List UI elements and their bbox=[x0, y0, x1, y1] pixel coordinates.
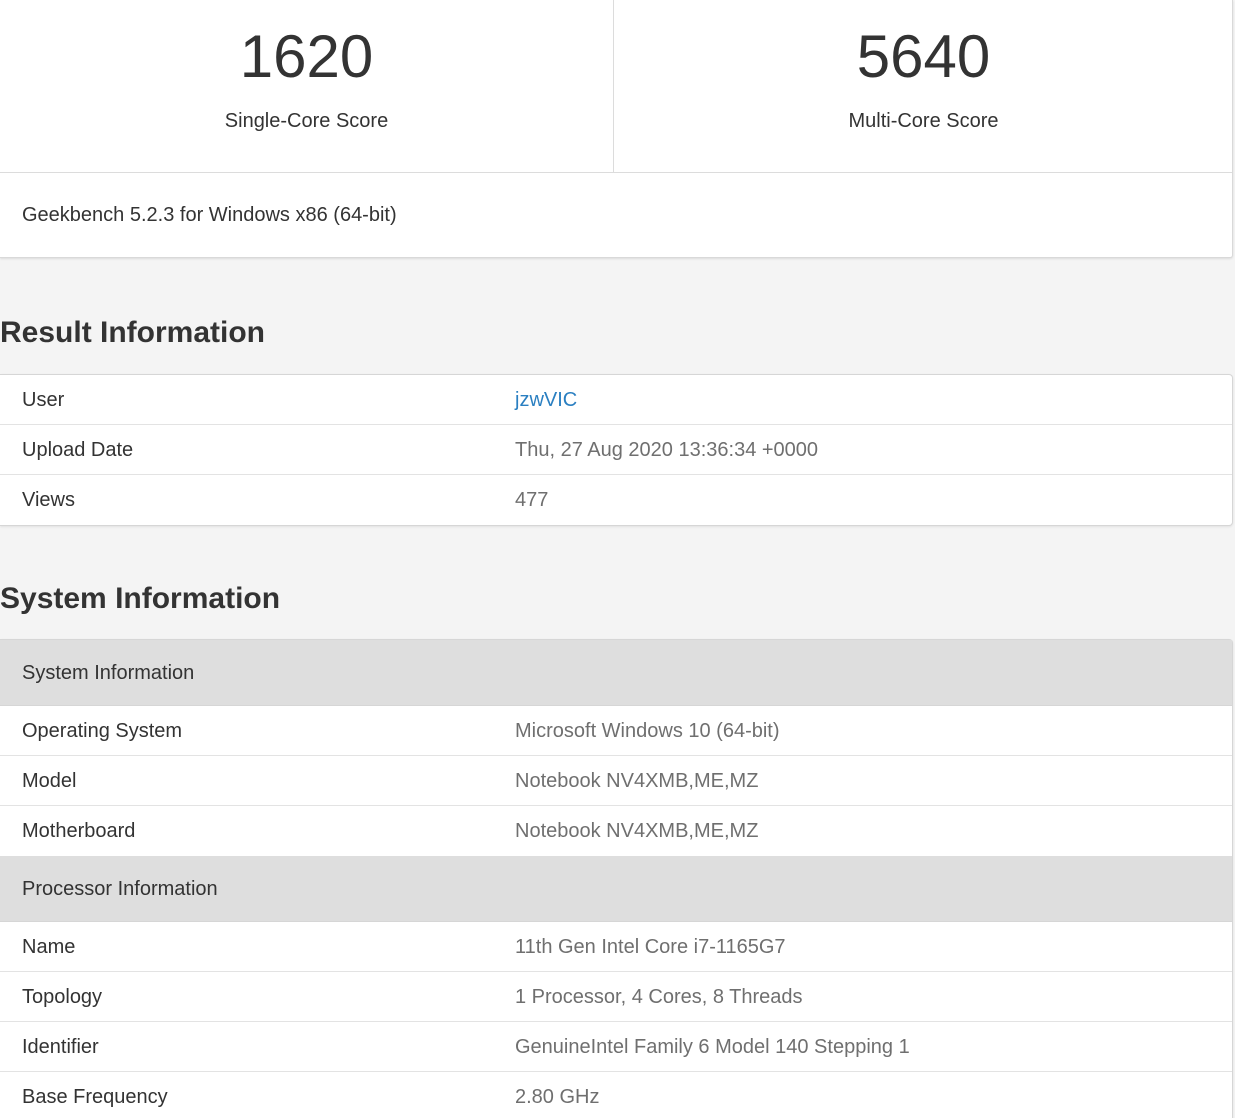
row-key: Motherboard bbox=[22, 820, 136, 842]
row-value: 2.80 GHz bbox=[515, 1086, 600, 1108]
table-row: Views 477 bbox=[0, 475, 1232, 525]
row-value: Notebook NV4XMB,ME,MZ bbox=[515, 820, 759, 842]
row-key: Base Frequency bbox=[22, 1086, 168, 1108]
table-row: Model Notebook NV4XMB,ME,MZ bbox=[0, 756, 1232, 806]
row-value: Microsoft Windows 10 (64-bit) bbox=[515, 720, 780, 742]
row-key: Operating System bbox=[22, 720, 183, 742]
row-key: Topology bbox=[22, 986, 103, 1008]
system-information-title: System Information bbox=[0, 582, 281, 615]
row-value: Thu, 27 Aug 2020 13:36:34 +0000 bbox=[515, 439, 819, 461]
row-key: Model bbox=[22, 770, 77, 792]
score-card: 1620 Single-Core Score 5640 Multi-Core S… bbox=[0, 0, 1233, 258]
table-row: User jzwVIC bbox=[0, 375, 1232, 425]
row-value: 477 bbox=[515, 489, 549, 511]
group-header-label: System Information bbox=[22, 662, 195, 684]
row-key: Upload Date bbox=[22, 439, 134, 461]
single-core-score-label: Single-Core Score bbox=[224, 110, 389, 132]
row-key: Identifier bbox=[22, 1036, 99, 1058]
table-row: Upload Date Thu, 27 Aug 2020 13:36:34 +0… bbox=[0, 425, 1232, 475]
scores-row: 1620 Single-Core Score 5640 Multi-Core S… bbox=[0, 0, 1232, 173]
row-value: 11th Gen Intel Core i7-1165G7 bbox=[515, 936, 786, 958]
result-information-table: User jzwVIC Upload Date Thu, 27 Aug 2020… bbox=[0, 374, 1233, 526]
row-key: User bbox=[22, 389, 65, 411]
system-information-table: System Information Operating System Micr… bbox=[0, 639, 1233, 1118]
table-row: Topology 1 Processor, 4 Cores, 8 Threads bbox=[0, 972, 1232, 1022]
table-row: Name 11th Gen Intel Core i7-1165G7 bbox=[0, 922, 1232, 972]
multi-core-score-cell: 5640 Multi-Core Score bbox=[615, 0, 1232, 172]
group-header-processor: Processor Information bbox=[0, 856, 1232, 922]
row-value: 1 Processor, 4 Cores, 8 Threads bbox=[515, 986, 803, 1008]
row-value: GenuineIntel Family 6 Model 140 Stepping… bbox=[515, 1036, 910, 1058]
table-row: Motherboard Notebook NV4XMB,ME,MZ bbox=[0, 806, 1232, 856]
single-core-score-cell: 1620 Single-Core Score bbox=[0, 0, 614, 172]
table-row: Operating System Microsoft Windows 10 (6… bbox=[0, 706, 1232, 756]
single-core-score-value: 1620 bbox=[239, 23, 374, 90]
group-header-label: Processor Information bbox=[22, 878, 218, 900]
row-key: Name bbox=[22, 936, 76, 958]
table-row: Identifier GenuineIntel Family 6 Model 1… bbox=[0, 1022, 1232, 1072]
multi-core-score-label: Multi-Core Score bbox=[848, 110, 999, 132]
user-link[interactable]: jzwVIC bbox=[515, 375, 577, 425]
row-key: Views bbox=[22, 489, 75, 511]
table-row: Base Frequency 2.80 GHz bbox=[0, 1072, 1232, 1118]
row-value: Notebook NV4XMB,ME,MZ bbox=[515, 770, 759, 792]
benchmark-version: Geekbench 5.2.3 for Windows x86 (64-bit) bbox=[22, 204, 397, 226]
result-information-title: Result Information bbox=[0, 316, 266, 349]
multi-core-score-value: 5640 bbox=[856, 23, 991, 90]
group-header-system: System Information bbox=[0, 640, 1232, 706]
